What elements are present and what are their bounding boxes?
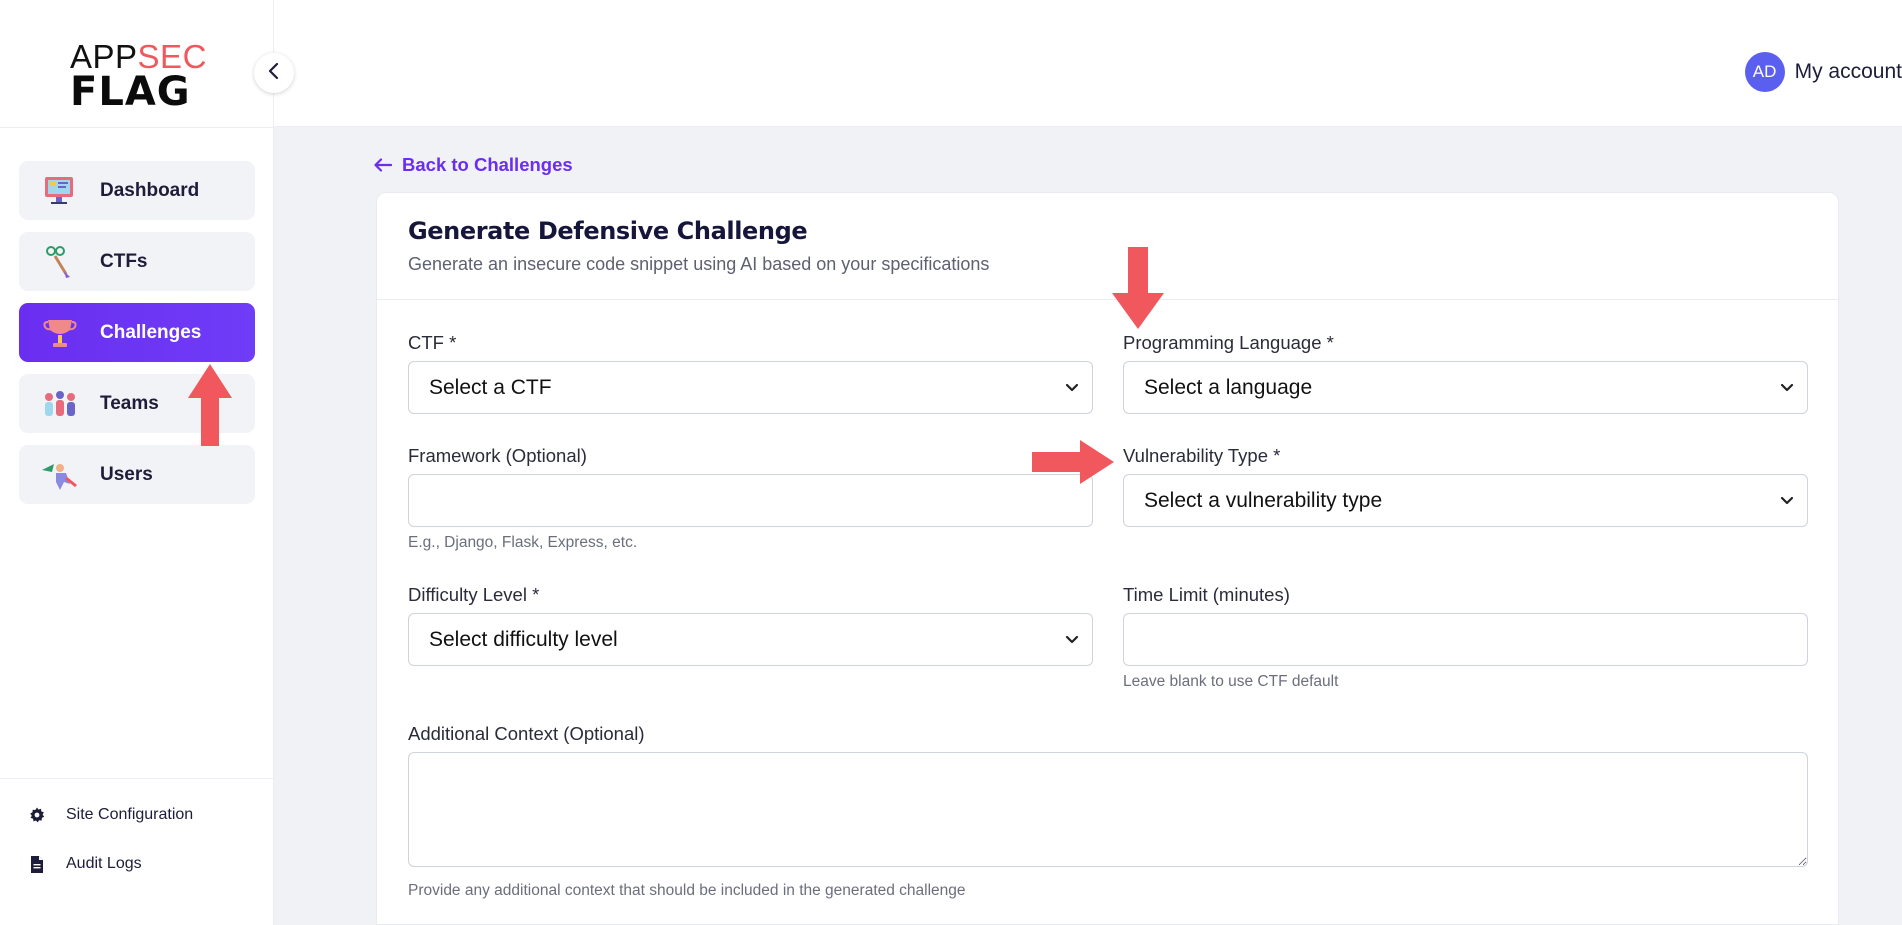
programming-language-select[interactable]: Select a language [1123,361,1808,414]
my-account-menu[interactable]: AD My account [1744,52,1902,92]
sidebar-bottom-divider [0,778,274,779]
chevron-left-icon [267,62,281,84]
page-title: Generate Defensive Challenge [408,217,808,245]
vulnerability-type-label: Vulnerability Type * [1123,445,1281,466]
back-to-challenges-link[interactable]: Back to Challenges [374,154,573,176]
document-icon [28,855,46,873]
sidebar-item-dashboard[interactable]: Dashboard [19,161,255,220]
vulnerability-select-value: Select a vulnerability type [1144,488,1383,512]
audit-logs-label: Audit Logs [66,855,142,872]
sidebar-item-challenges[interactable]: Challenges [19,303,255,362]
sidebar-nav: Dashboard CTFs Challenges Teams Users [19,161,255,516]
chevron-down-icon [1065,635,1079,644]
sidebar-item-label: Challenges [100,321,202,343]
framework-input[interactable] [408,474,1093,527]
chevron-down-icon [1780,496,1794,505]
ctf-label: CTF * [408,332,457,353]
appsecflag-logo[interactable]: APPSEC FLAG [70,40,210,115]
collapse-sidebar-button[interactable] [254,53,294,93]
arrow-left-icon [374,158,392,172]
additional-context-textarea[interactable] [408,752,1808,867]
ctf-icon [39,244,81,280]
audit-logs-link[interactable]: Audit Logs [28,855,142,873]
dashboard-icon [39,173,81,209]
difficulty-level-label: Difficulty Level * [408,584,540,605]
chevron-down-icon [1065,383,1079,392]
time-limit-input[interactable] [1123,613,1808,666]
annotation-arrow-right [1032,440,1114,484]
ctf-select[interactable]: Select a CTF [408,361,1093,414]
additional-context-help-text: Provide any additional context that shou… [408,882,966,899]
time-limit-help-text: Leave blank to use CTF default [1123,673,1339,690]
difficulty-select-value: Select difficulty level [429,627,618,651]
site-configuration-link[interactable]: Site Configuration [28,806,193,824]
chevron-down-icon [1780,383,1794,392]
framework-help-text: E.g., Django, Flask, Express, etc. [408,534,638,551]
card-header: Generate Defensive Challenge Generate an… [377,193,1838,300]
programming-language-label: Programming Language * [1123,332,1334,353]
logo-text-flag: FLAG [70,69,191,115]
annotation-arrow-up [188,364,232,446]
sidebar-item-label: CTFs [100,250,148,272]
ctf-select-value: Select a CTF [429,375,552,399]
difficulty-level-select[interactable]: Select difficulty level [408,613,1093,666]
sidebar-item-label: Dashboard [100,179,200,201]
language-select-value: Select a language [1144,375,1313,399]
annotation-arrow-down [1112,247,1164,329]
sidebar-item-label: Teams [100,392,159,414]
sidebar-item-users[interactable]: Users [19,445,255,504]
my-account-label: My account [1794,60,1902,83]
additional-context-label: Additional Context (Optional) [408,723,645,744]
sidebar-item-label: Users [100,463,153,485]
framework-label: Framework (Optional) [408,445,587,466]
teams-icon [39,386,81,422]
generate-challenge-card: Generate Defensive Challenge Generate an… [376,192,1839,925]
sidebar-divider [0,127,274,128]
sidebar-item-ctfs[interactable]: CTFs [19,232,255,291]
site-configuration-label: Site Configuration [66,806,194,823]
back-link-label: Back to Challenges [402,154,573,175]
vulnerability-type-select[interactable]: Select a vulnerability type [1123,474,1808,527]
gear-icon [28,806,46,824]
page-subtitle: Generate an insecure code snippet using … [408,254,990,274]
top-bar: AD My account [274,0,1902,127]
sidebar: APPSEC FLAG Dashboard CTFs Challenges Te… [0,0,274,925]
users-icon [39,457,81,493]
time-limit-label: Time Limit (minutes) [1123,584,1290,605]
trophy-icon [39,315,81,351]
avatar: AD [1744,52,1785,92]
